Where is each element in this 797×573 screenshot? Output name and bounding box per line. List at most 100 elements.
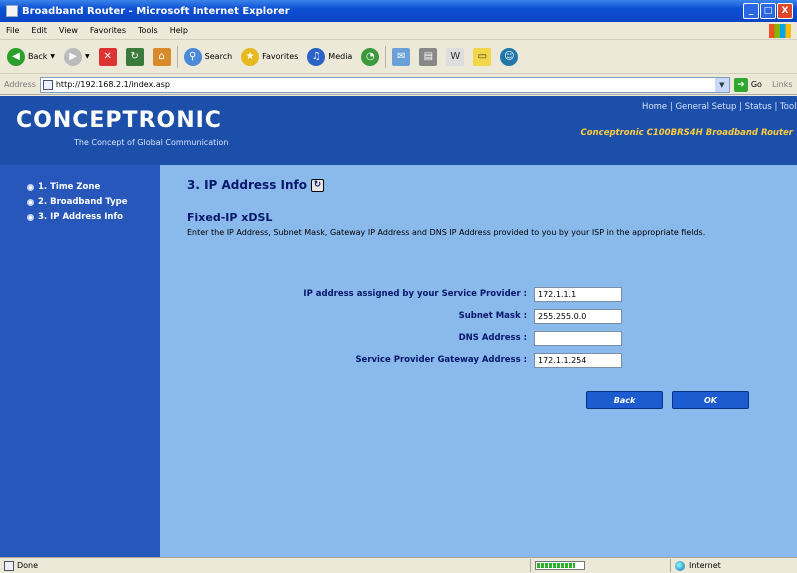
status-text: Done — [17, 561, 39, 570]
nav-separator: | — [736, 102, 745, 112]
sidebar-item-label: 3. IP Address Info — [38, 212, 123, 222]
menu-file[interactable]: File — [0, 26, 25, 35]
back-button[interactable]: Back — [586, 391, 663, 409]
gateway-address-label: Service Provider Gateway Address : — [355, 355, 527, 365]
address-input[interactable]: http://192.168.2.1/index.asp ▼ — [39, 76, 730, 93]
sidebar-item-time-zone[interactable]: 1. Time Zone — [27, 182, 100, 192]
print-icon: ▤ — [419, 47, 438, 66]
dns-address-label: DNS Address : — [458, 333, 527, 343]
forward-button[interactable]: ▶ ▼ — [61, 44, 93, 70]
menu-view[interactable]: View — [53, 26, 84, 35]
history-icon: ◔ — [361, 47, 380, 66]
bullet-icon — [27, 213, 34, 221]
gateway-address-input[interactable]: 172.1.1.254 — [534, 353, 622, 368]
maximize-button[interactable]: □ — [760, 3, 776, 19]
menu-favorites[interactable]: Favorites — [84, 26, 132, 35]
mail-icon: ✉ — [392, 47, 411, 66]
go-button[interactable]: ➜ Go — [730, 77, 762, 92]
chevron-down-icon: ▼ — [50, 53, 56, 60]
menu-edit[interactable]: Edit — [25, 26, 53, 35]
nav-status[interactable]: Status — [745, 102, 772, 112]
refresh-icon[interactable]: ↻ — [310, 178, 324, 192]
search-label: Search — [204, 52, 233, 61]
back-arrow-icon: ◀ — [7, 47, 25, 66]
ip-address-label: IP address assigned by your Service Prov… — [303, 289, 527, 299]
status-zone: Internet — [670, 559, 797, 572]
status-progress-segment — [530, 559, 670, 572]
stop-button[interactable]: ✕ — [96, 44, 120, 70]
page-icon — [4, 560, 14, 571]
history-button[interactable]: ◔ — [358, 44, 382, 70]
chevron-down-icon: ▼ — [85, 53, 90, 60]
globe-icon — [675, 560, 685, 571]
print-button[interactable]: ▤ — [416, 44, 440, 70]
address-url: http://192.168.2.1/index.asp — [55, 80, 170, 89]
home-icon: ⌂ — [152, 47, 171, 66]
page-icon — [42, 79, 53, 90]
model-name: Conceptronic C100BRS4H Broadband Router — [580, 128, 793, 138]
router-page: CONCEPTRONIC The Concept of Global Commu… — [0, 96, 797, 557]
field-dns-address: DNS Address : — [160, 331, 797, 347]
nav-separator: | — [771, 102, 781, 112]
home-button[interactable]: ⌂ — [150, 44, 174, 70]
media-icon: ♫ — [307, 47, 326, 66]
toolbar-separator — [385, 45, 387, 68]
forward-arrow-icon: ▶ — [64, 47, 83, 66]
progress-fill — [537, 563, 576, 568]
toolbar-separator — [176, 45, 178, 68]
menu-tools[interactable]: Tools — [132, 26, 164, 35]
progress-bar — [535, 561, 585, 570]
messenger-button[interactable]: ☺ — [497, 44, 521, 70]
windows-logo-icon — [769, 24, 791, 38]
minimize-button[interactable]: _ — [743, 3, 759, 19]
connection-type-title: Fixed-IP xDSL — [187, 211, 273, 224]
address-dropdown-icon[interactable]: ▼ — [714, 77, 729, 92]
discuss-button[interactable]: ▭ — [470, 44, 494, 70]
media-label: Media — [328, 52, 353, 61]
main-content: 3. IP Address Info ↻ Fixed-IP xDSL Enter… — [160, 165, 797, 557]
field-subnet-mask: Subnet Mask : 255.255.0.0 — [160, 309, 797, 325]
status-done: Done — [0, 560, 530, 571]
bullet-icon — [27, 183, 34, 191]
status-bar: Done Internet — [0, 557, 797, 573]
ok-button[interactable]: OK — [672, 391, 749, 409]
address-bar: Address http://192.168.2.1/index.asp ▼ ➜… — [0, 75, 797, 95]
favorites-button[interactable]: ★ Favorites — [238, 44, 301, 70]
search-button[interactable]: ⚲ Search — [181, 44, 235, 70]
dns-address-input[interactable] — [534, 331, 622, 346]
nav-general-setup[interactable]: General Setup — [675, 102, 736, 112]
description: Enter the IP Address, Subnet Mask, Gatew… — [187, 228, 706, 237]
sidebar-item-ip-address-info[interactable]: 3. IP Address Info — [27, 212, 123, 222]
subnet-mask-input[interactable]: 255.255.0.0 — [534, 309, 622, 324]
media-button[interactable]: ♫ Media — [304, 44, 355, 70]
section-title-text: 3. IP Address Info — [187, 178, 307, 192]
menu-bar: File Edit View Favorites Tools Help — [0, 22, 797, 40]
nav-tools[interactable]: Tools — [780, 102, 797, 112]
edit-button[interactable]: W — [443, 44, 467, 70]
toolbar: ◀ Back ▼ ▶ ▼ ✕ ↻ ⌂ ⚲ Search ★ Favorites … — [0, 40, 797, 74]
go-label: Go — [750, 80, 762, 89]
window-title: Broadband Router - Microsoft Internet Ex… — [22, 5, 290, 17]
sidebar-item-broadband-type[interactable]: 2. Broadband Type — [27, 197, 128, 207]
bullet-icon — [27, 198, 34, 206]
title-bar: Broadband Router - Microsoft Internet Ex… — [0, 0, 797, 22]
tagline: The Concept of Global Communication — [74, 138, 229, 147]
mail-button[interactable]: ✉ — [389, 44, 413, 70]
star-icon: ★ — [241, 47, 260, 66]
links-label[interactable]: Links — [762, 80, 793, 89]
refresh-button[interactable]: ↻ — [123, 44, 147, 70]
stop-icon: ✕ — [98, 47, 117, 66]
conceptronic-logo: CONCEPTRONIC — [16, 108, 222, 133]
back-label: Back — [28, 52, 48, 61]
favorites-label: Favorites — [262, 52, 299, 61]
close-button[interactable]: X — [777, 3, 793, 19]
back-button[interactable]: ◀ Back ▼ — [4, 44, 58, 70]
sidebar-item-label: 2. Broadband Type — [38, 197, 128, 207]
messenger-icon: ☺ — [500, 47, 519, 66]
menu-help[interactable]: Help — [164, 26, 194, 35]
address-label: Address — [4, 80, 36, 89]
sidebar-item-label: 1. Time Zone — [38, 182, 101, 192]
router-header: CONCEPTRONIC The Concept of Global Commu… — [0, 96, 797, 165]
nav-home[interactable]: Home — [642, 102, 667, 112]
ip-address-input[interactable]: 172.1.1.1 — [534, 287, 622, 302]
